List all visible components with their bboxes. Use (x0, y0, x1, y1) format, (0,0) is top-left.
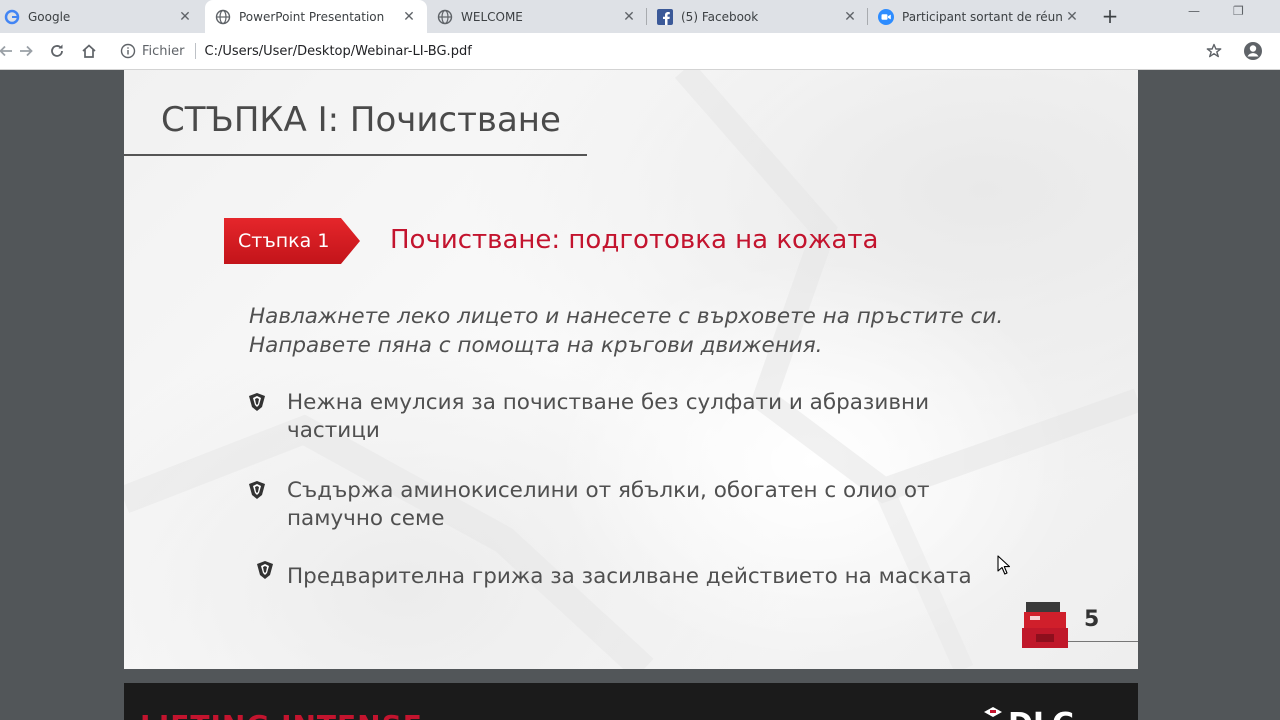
bullet-line: Предварителна грижа за засилване действи… (287, 564, 972, 589)
restore-button[interactable]: ❐ (1233, 4, 1244, 18)
intro-line: Навлажнете леко лицето и нанесете с върх… (249, 304, 1004, 329)
bullet-item: Предварителна грижа за засилване действи… (257, 561, 972, 591)
close-icon[interactable]: ✕ (177, 9, 193, 25)
page-number-rule (1068, 641, 1138, 642)
google-icon (4, 9, 20, 25)
intro-line: Направете пяна с помощта на кръгови движ… (249, 333, 823, 358)
tab-strip: Google ✕ PowerPoint Presentation ✕ WELCO… (0, 0, 1280, 33)
browser-toolbar: Fichier C:/Users/User/Desktop/Webinar-LI… (0, 33, 1280, 70)
new-tab-button[interactable]: + (1100, 6, 1120, 26)
forward-arrow-icon (20, 45, 33, 57)
reload-button[interactable] (47, 41, 67, 61)
zoom-icon (878, 8, 894, 25)
star-icon (1206, 43, 1222, 58)
tab-title: (5) Facebook (681, 9, 759, 24)
globe-icon (215, 9, 231, 25)
close-icon[interactable]: ✕ (1064, 9, 1080, 25)
tab-welcome[interactable]: WELCOME ✕ (427, 0, 647, 33)
url-text: C:/Users/User/Desktop/Webinar-LI-BG.pdf (204, 43, 472, 59)
profile-button[interactable] (1243, 41, 1263, 61)
step-heading: Почистване: подготовка на кожата (390, 225, 879, 255)
tab-google[interactable]: Google ✕ (0, 0, 203, 33)
intro-text: Навлажнете леко лицето и нанесете с върх… (249, 302, 1003, 360)
close-icon[interactable]: ✕ (401, 9, 417, 25)
brand-crest-icon (249, 481, 265, 499)
tab-title: PowerPoint Presentation (239, 9, 385, 24)
close-icon[interactable]: ✕ (842, 9, 858, 25)
close-icon[interactable]: ✕ (621, 9, 637, 25)
bullet-line: частици (287, 418, 380, 443)
bookmark-star-button[interactable] (1204, 41, 1224, 61)
facebook-icon (657, 8, 673, 25)
title-underline (124, 154, 587, 156)
product-box-image (1022, 602, 1068, 648)
tab-title: Participant sortant de réunion (902, 9, 1064, 24)
bullet-item: Нежна емулсия за почистване без сулфати … (249, 389, 930, 445)
bullet-line: памучно семе (287, 506, 445, 531)
avatar-icon (1244, 42, 1262, 60)
bullet-line: Съдържа аминокиселини от ябълки, обогате… (287, 478, 930, 503)
bullet-item: Съдържа аминокиселини от ябълки, обогате… (249, 477, 930, 533)
tab-facebook[interactable]: (5) Facebook ✕ (647, 0, 868, 33)
tab-title: WELCOME (461, 9, 523, 24)
forward-button[interactable] (16, 41, 36, 61)
tab-zoom-meeting[interactable]: Participant sortant de réunion ✕ (868, 0, 1090, 33)
home-icon (82, 44, 96, 58)
next-pdf-page: LIFTING INTENSE DLC (124, 683, 1138, 720)
step-badge: Стъпка 1 (224, 218, 360, 264)
step-badge-label: Стъпка 1 (238, 230, 330, 252)
reload-icon (51, 44, 63, 57)
back-button[interactable] (0, 41, 16, 61)
address-bar[interactable]: Fichier C:/Users/User/Desktop/Webinar-LI… (112, 37, 1192, 65)
bullet-line: Нежна емулсия за почистване без сулфати … (287, 390, 930, 415)
tab-title: Google (28, 9, 71, 24)
brand-crest-icon (249, 393, 265, 411)
back-arrow-icon (0, 45, 12, 57)
mouse-cursor-icon (997, 555, 1011, 575)
page-number: 5 (1084, 607, 1100, 632)
brand-logo-text: DLC (1008, 707, 1074, 720)
tab-powerpoint-presentation[interactable]: PowerPoint Presentation ✕ (205, 0, 427, 33)
slide-title: СТЪПКА I: Почистване (161, 100, 561, 140)
brand-crest-icon (257, 561, 273, 579)
next-page-heading: LIFTING INTENSE (140, 709, 423, 720)
url-divider (194, 43, 196, 59)
pdf-page: СТЪПКА I: Почистване Стъпка 1 Почистване… (124, 70, 1138, 669)
url-scheme-label: Fichier (142, 43, 185, 59)
crown-logo-icon (984, 707, 1002, 717)
globe-icon (437, 9, 453, 25)
info-icon (120, 43, 136, 59)
minimize-button[interactable]: — (1188, 4, 1200, 18)
home-button[interactable] (79, 41, 99, 61)
